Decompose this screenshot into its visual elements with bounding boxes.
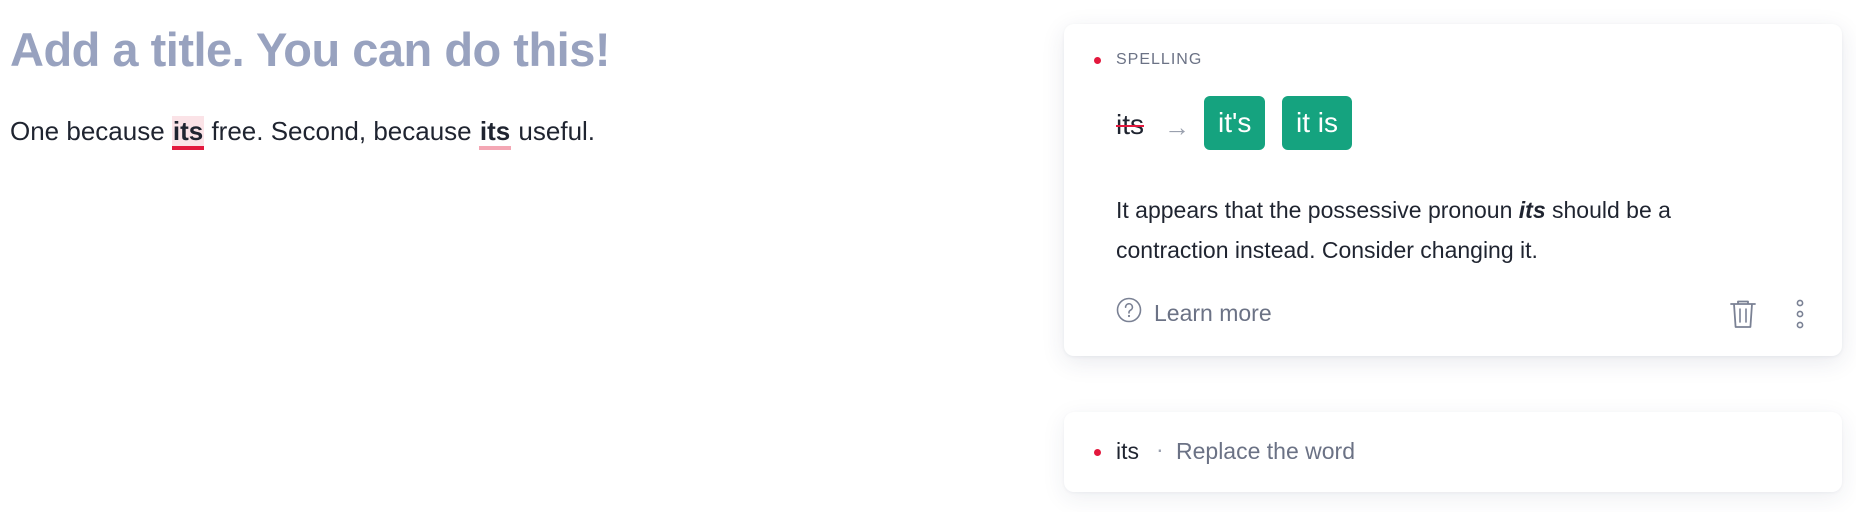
arrow-right-icon: → — [1164, 112, 1190, 142]
collapsed-suggestion[interactable]: its · Replace the word — [1064, 412, 1842, 492]
trash-icon[interactable] — [1726, 296, 1760, 332]
body-text-segment: free. Second, because — [204, 116, 479, 146]
alert-dot-icon — [1094, 449, 1101, 456]
collapsed-suggestion-description: Replace the word — [1176, 438, 1355, 464]
suggestion-category: SPELLING — [1116, 51, 1203, 68]
document-body[interactable]: One because its free. Second, because it… — [10, 116, 596, 150]
learn-more-label: Learn more — [1154, 299, 1272, 326]
collapsed-suggestion-word: its — [1116, 438, 1139, 464]
alert-dot-icon — [1094, 57, 1101, 64]
flagged-word-active[interactable]: its — [171, 116, 205, 150]
separator: · — [1156, 436, 1164, 462]
suggestion-explanation: It appears that the possessive pronoun i… — [1116, 190, 1706, 270]
flagged-word[interactable]: its — [478, 116, 512, 150]
original-word: its — [1116, 109, 1144, 140]
learn-more-link[interactable]: Learn more — [1116, 296, 1272, 330]
body-text-segment: One because — [10, 116, 172, 146]
body-text-segment: useful. — [511, 116, 596, 146]
suggestion-button-its-contraction[interactable]: it's — [1204, 96, 1266, 150]
more-vertical-icon[interactable] — [1790, 296, 1810, 332]
document-title[interactable]: Add a title. You can do this! — [10, 22, 611, 77]
suggestion-button-it-is[interactable]: it is — [1282, 96, 1352, 150]
explanation-text: It appears that the possessive pronoun — [1116, 197, 1519, 223]
editor-screen: Add a title. You can do this! One becaus… — [0, 0, 1856, 512]
question-circle-icon — [1116, 297, 1154, 329]
suggestion-card: SPELLING its → it's it is It appears tha… — [1064, 24, 1842, 356]
explanation-term: its — [1518, 197, 1546, 223]
